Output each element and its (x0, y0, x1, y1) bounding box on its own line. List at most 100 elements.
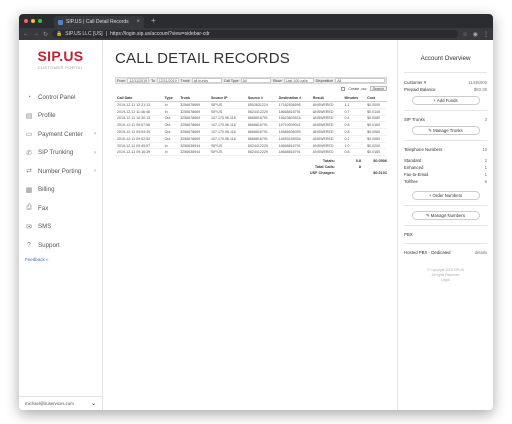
total-calls-label: Total Calls: (314, 165, 335, 170)
cell-call-date: 2019-12-11 09:54:49 (115, 128, 163, 136)
profile-circle-icon[interactable]: ◉ (473, 31, 478, 38)
cell-type: Out (162, 135, 179, 143)
table-row[interactable]: 2019-12-11 10:30:13 Out 3256678669 107.170.… (115, 115, 387, 123)
lock-icon: 🔒 (56, 31, 63, 37)
trunk-label: Trunk (180, 78, 190, 83)
tab-close-icon[interactable]: × (136, 19, 140, 25)
minimize-window-icon[interactable] (31, 19, 35, 23)
calltype-select[interactable]: All (240, 78, 271, 83)
maximize-window-icon[interactable] (38, 19, 42, 23)
billing-icon: ▦ (25, 186, 33, 194)
table-row[interactable]: 2019-12-11 09:45:57 In 3256638944 SIP.US 562… (115, 142, 387, 150)
porting-icon: ⇄ (26, 168, 32, 176)
enhanced-label: Enhanced (404, 165, 424, 170)
cell-cost: $0.0200 (365, 142, 387, 150)
order-numbers-button[interactable]: + Order Numbers (411, 191, 480, 200)
add-funds-button[interactable]: + Add Funds (411, 96, 480, 105)
cell-result: ANSWERED (310, 121, 343, 130)
manage-numbers-button[interactable]: ✎ Manage Numbers (411, 211, 480, 220)
create-csv-checkbox[interactable] (341, 86, 346, 91)
search-button[interactable]: Search (369, 86, 387, 91)
copyright-footer: © Copyright 2019 SIP.US All rights Reser… (404, 268, 487, 283)
page-content: SIP.US CUSTOMER PORTAL ◔ Control Panel ▤… (19, 40, 493, 410)
table-row[interactable]: 2019-12-11 09:16:39 In 3256638944 SIP.US 562… (115, 148, 387, 157)
fax-to-email-value: 1 (484, 172, 487, 177)
browser-menu-icon[interactable]: ⋮ (483, 31, 489, 38)
logo[interactable]: SIP.US CUSTOMER PORTAL (19, 40, 102, 70)
main-panel: CALL DETAIL RECORDS From 12/11/2019 To 1… (103, 40, 397, 410)
to-date-input[interactable]: 12/11/2019 (156, 78, 179, 83)
sidebar-item-fax[interactable]: ⎙ Fax (19, 199, 102, 218)
cell-type: In (162, 142, 179, 150)
chevron-right-icon: › (94, 168, 96, 175)
user-menu[interactable]: michael@ituservices.com ⌄ (19, 396, 102, 410)
sidebar-item-sip-trunking[interactable]: ✆ SIP Trunking › (19, 144, 102, 163)
fax-icon: ⎙ (26, 204, 32, 212)
pbx-row: PBX (404, 231, 487, 238)
cell-source-number: 8553831224 (245, 101, 277, 109)
table-row[interactable]: 2019-12-11 09:54:49 Out 3256678669 107.170.… (115, 128, 387, 136)
table-row[interactable]: 2019-12-11 09:52:52 Out 3256678669 107.170.… (115, 135, 387, 143)
sidebar-item-billing[interactable]: ▦ Billing (19, 181, 102, 200)
cell-cost: $0.0060 (365, 128, 387, 136)
sidebar-item-profile[interactable]: ▤ Profile (19, 107, 102, 126)
feedback-link[interactable]: Feedback » (19, 257, 102, 262)
cell-trunk: 3256678669 (178, 101, 209, 109)
cell-minutes: 0.8 (342, 121, 366, 130)
sidebar-item-label: Payment Center (38, 130, 83, 138)
cell-source-number: 8668816791 (245, 115, 277, 123)
hosted-pbx-details-link[interactable]: details (475, 250, 487, 255)
brand-name: SIP.US (37, 48, 84, 64)
browser-tab[interactable]: SIP.US | Call Detail Records × (54, 16, 144, 28)
enhanced-row: Enhanced 1 (404, 164, 487, 171)
cell-trunk: 3256678669 (178, 135, 209, 143)
cell-call-date: 2019-12-11 09:57:56 (115, 121, 163, 130)
cell-source-ip: 107.170.96.116 (208, 121, 246, 130)
trunk-select[interactable]: all trunks (191, 78, 222, 83)
cell-call-date: 2019-12-11 09:45:57 (115, 142, 163, 150)
tab-title: SIP.US | Call Detail Records (66, 19, 129, 25)
back-icon[interactable]: ← (23, 31, 29, 37)
cell-source-number: 5624412229 (245, 108, 277, 116)
sidebar-item-label: Fax (38, 204, 49, 212)
sidebar-item-support[interactable]: ? Support (19, 236, 102, 255)
legal-link[interactable]: Legal (404, 278, 487, 283)
cell-source-ip: 107.170.96.116 (208, 115, 246, 123)
forward-icon[interactable]: → (33, 31, 39, 37)
window-controls (19, 19, 42, 23)
table-row[interactable]: 2019-12-11 09:57:56 Out 3256678669 107.170.… (115, 121, 387, 130)
reload-icon[interactable]: ↻ (43, 31, 48, 38)
from-date-input[interactable]: 12/11/2019 (127, 78, 150, 83)
sidebar-item-number-porting[interactable]: ⇄ Number Porting › (19, 162, 102, 181)
new-tab-button[interactable]: + (151, 16, 156, 25)
cell-call-date: 2019-12-11 09:16:39 (115, 148, 163, 157)
gauge-icon: ◔ (26, 93, 32, 101)
manage-trunks-button[interactable]: ✎ Manage Trunks (411, 126, 480, 135)
chevron-down-icon[interactable]: ⌄ (91, 400, 96, 407)
sidebar-item-label: Profile (38, 112, 56, 120)
table-row[interactable]: 2019-12-11 11:46:46 In 3256678669 SIP.US 562… (115, 108, 387, 116)
cell-destination-number: 18668816791 (276, 108, 311, 116)
sidebar-item-label: SMS (38, 223, 52, 231)
standard-row: Standard 2 (404, 157, 487, 164)
cell-minutes: 1.1 (342, 101, 366, 109)
sidebar-item-label: SIP Trunking (38, 149, 74, 157)
sidebar-item-payment-center[interactable]: ▭ Payment Center › (19, 125, 102, 144)
url-input[interactable]: 🔒 SIP.US LLC [US] | https://login.sip.us… (52, 30, 459, 38)
cell-result: ANSWERED (310, 128, 343, 136)
show-select[interactable]: Last 100 calls (283, 78, 314, 83)
sidebar-item-label: Control Panel (38, 93, 76, 101)
sidebar-item-sms[interactable]: ✉ SMS (19, 218, 102, 237)
hosted-pbx-label: Hosted PBX - Dedicated (404, 250, 451, 255)
bookmark-star-icon[interactable]: ☆ (462, 31, 467, 38)
sidebar-item-control-panel[interactable]: ◔ Control Panel (19, 88, 102, 107)
chevron-right-icon: › (94, 131, 96, 138)
table-row[interactable]: 2019-12-11 12:21:13 In 3256678669 SIP.US 855… (115, 101, 387, 109)
close-window-icon[interactable] (24, 19, 28, 23)
card-icon: ▭ (25, 131, 33, 139)
cdr-table: Call Date Type Trunk Source IP Source # … (115, 95, 387, 157)
cell-destination-number: 18668816791 (276, 148, 311, 157)
disposition-select[interactable]: All (335, 78, 385, 83)
cell-cost: $0.0000 (365, 101, 387, 109)
address-bar: ← → ↻ 🔒 SIP.US LLC [US] | https://login.… (19, 28, 493, 40)
